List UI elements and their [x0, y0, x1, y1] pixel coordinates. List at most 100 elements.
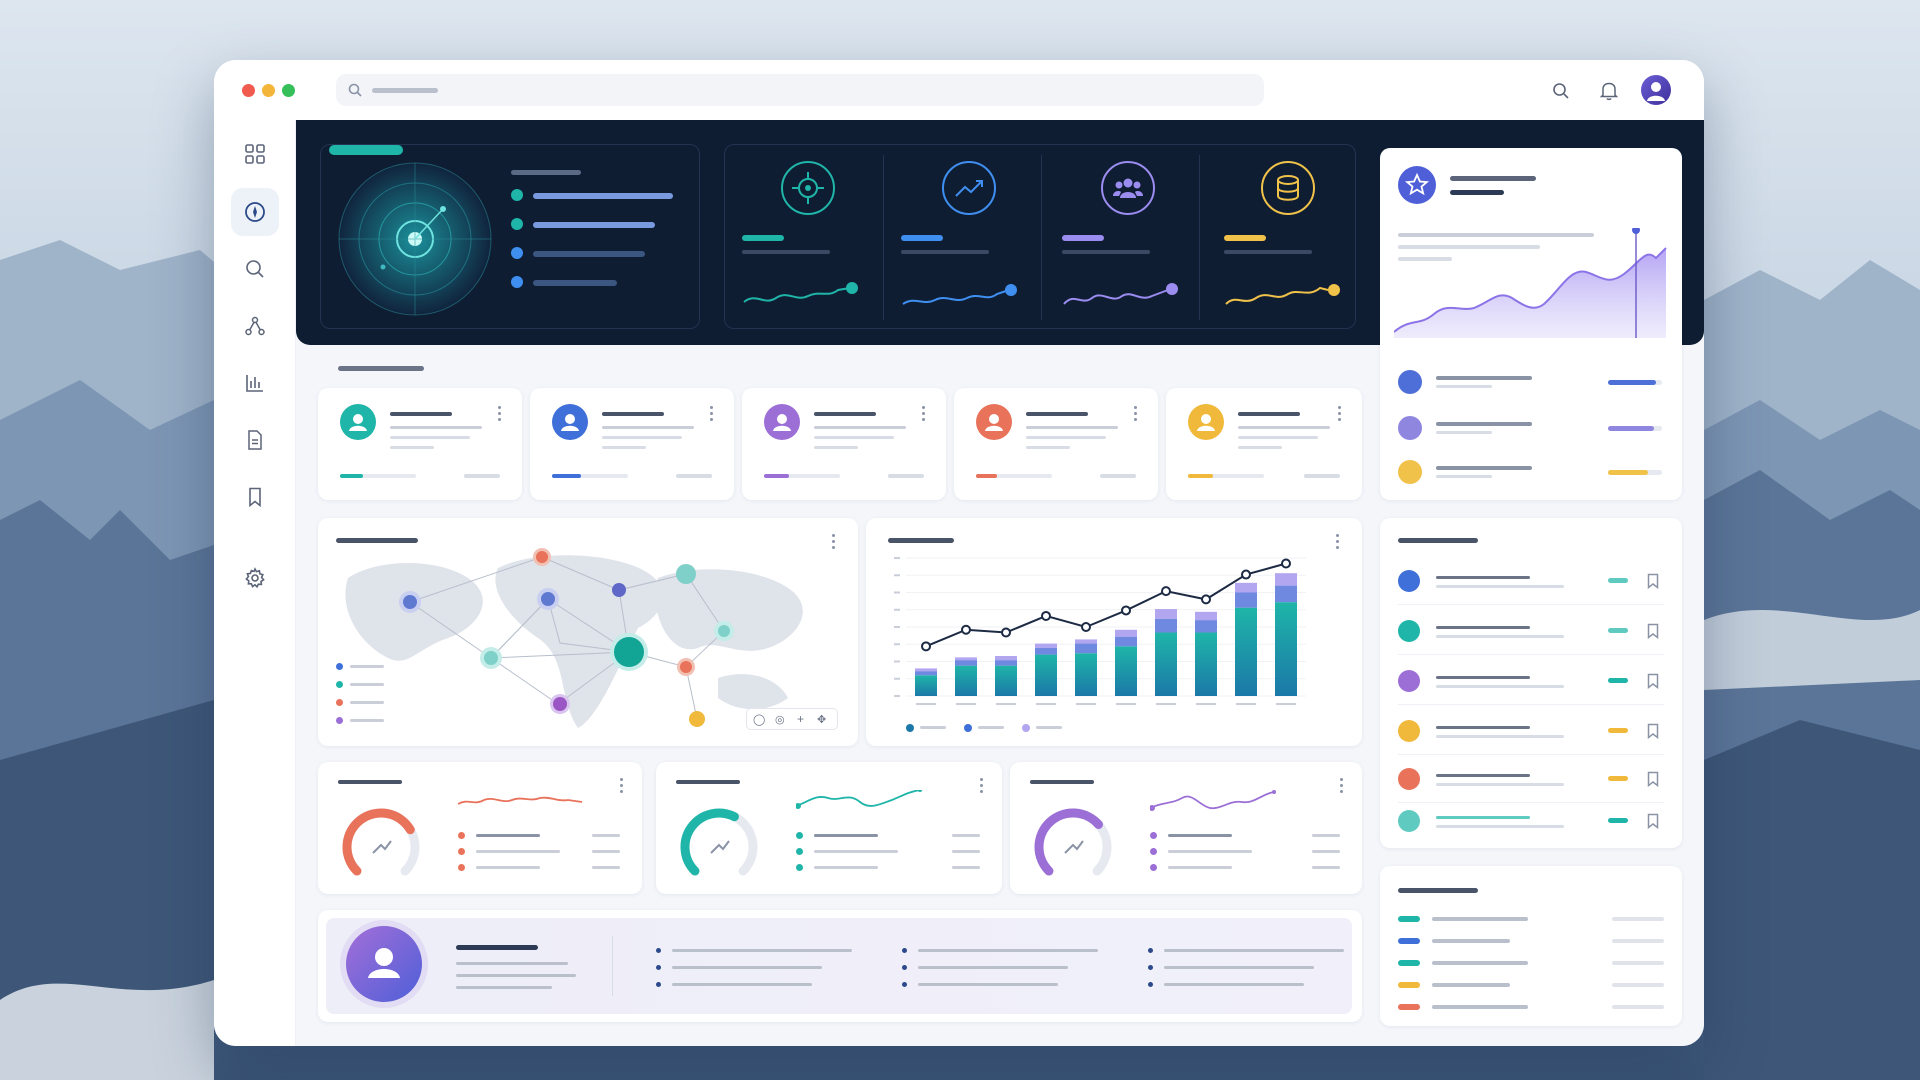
list-item[interactable]: [1398, 768, 1664, 792]
kpi-tile-users[interactable]: [1062, 160, 1202, 320]
member-card[interactable]: [318, 388, 522, 500]
profile-avatar[interactable]: [340, 920, 428, 1008]
legend-dot: [458, 832, 465, 839]
legend-swatch: [1398, 960, 1420, 966]
sidebar-item-bookmarks[interactable]: [231, 473, 279, 521]
member-card[interactable]: [1166, 388, 1362, 500]
trend-point: [1121, 605, 1131, 616]
detail-bar: [672, 949, 852, 952]
radar-title-bar: [329, 145, 403, 155]
map-locate-control[interactable]: ◎: [775, 713, 785, 726]
bar-segment: [1195, 632, 1217, 696]
legend-label-bar: [1432, 961, 1528, 965]
database-icon: [1261, 161, 1315, 215]
sidebar-item-network[interactable]: [231, 302, 279, 350]
search-input[interactable]: [336, 74, 1264, 106]
stats-row[interactable]: [1398, 416, 1664, 440]
list-avatar: [1398, 570, 1420, 592]
sidebar-item-search[interactable]: [231, 245, 279, 293]
star-icon: [1404, 172, 1430, 196]
more-options-icon[interactable]: [710, 406, 714, 422]
kpi-sparkline: [902, 284, 1017, 305]
bar-segment: [1195, 611, 1217, 621]
minimize-button[interactable]: [262, 84, 275, 97]
fullscreen-control[interactable]: ✥: [817, 713, 826, 726]
card-title-bar: [676, 780, 740, 784]
member-card[interactable]: [954, 388, 1158, 500]
legend-label-bar: [1432, 983, 1510, 987]
radar-panel: [320, 144, 700, 329]
more-options-icon[interactable]: [922, 406, 926, 422]
kpi-tile-target[interactable]: [742, 160, 882, 320]
list-status-pill: [1608, 678, 1628, 683]
bookmark-icon[interactable]: [1646, 771, 1660, 788]
member-card[interactable]: [742, 388, 946, 500]
maximize-button[interactable]: [282, 84, 295, 97]
detail-bar: [918, 966, 1068, 969]
list-item[interactable]: [1398, 810, 1664, 834]
kpi-tile-storage[interactable]: [1224, 160, 1364, 320]
list-avatar: [1398, 720, 1420, 742]
legend-value-bar: [1312, 850, 1340, 853]
list-label-bar: [1436, 676, 1530, 679]
sidebar-item-dashboard[interactable]: [231, 130, 279, 178]
bar-segment: [1275, 602, 1297, 696]
member-avatar[interactable]: [552, 404, 588, 440]
search-icon: [348, 83, 362, 97]
member-meta-bar: [464, 474, 500, 478]
member-avatar[interactable]: [764, 404, 800, 440]
more-options-icon[interactable]: [1134, 406, 1138, 422]
gauge: [1034, 808, 1112, 876]
list-item[interactable]: [1398, 620, 1664, 644]
bookmark-icon[interactable]: [1646, 723, 1660, 740]
legend-swatch: [1398, 1004, 1420, 1010]
sidebar-item-settings[interactable]: [231, 554, 279, 602]
list-status-pill: [1608, 728, 1628, 733]
more-options-icon[interactable]: [1338, 406, 1342, 422]
bell-icon[interactable]: [1600, 81, 1618, 101]
bookmark-icon[interactable]: [1646, 813, 1660, 830]
stats-row[interactable]: [1398, 460, 1664, 484]
list-item[interactable]: [1398, 570, 1664, 594]
bar-segment: [995, 665, 1017, 696]
more-options-icon[interactable]: [1340, 778, 1344, 794]
close-button[interactable]: [242, 84, 255, 97]
bar-segment: [1155, 632, 1177, 696]
legend-bar: [476, 866, 540, 869]
users-icon: [1101, 161, 1155, 215]
row-fill: [1608, 380, 1656, 385]
stats-row[interactable]: [1398, 370, 1664, 394]
more-options-icon[interactable]: [498, 406, 502, 422]
member-avatar[interactable]: [340, 404, 376, 440]
gauge-sparkline: [458, 796, 583, 805]
document-icon: [248, 430, 262, 450]
member-avatar[interactable]: [976, 404, 1012, 440]
user-avatar[interactable]: [1641, 75, 1671, 105]
bookmark-icon[interactable]: [1646, 573, 1660, 590]
member-text-bar: [390, 426, 482, 429]
bar-segment: [1035, 647, 1057, 655]
bar-segment: [1115, 636, 1137, 647]
more-options-icon[interactable]: [980, 778, 984, 794]
list-label-bar: [1436, 774, 1530, 777]
more-options-icon[interactable]: [620, 778, 624, 794]
bookmark-icon[interactable]: [1646, 673, 1660, 690]
kpi-tile-growth[interactable]: [901, 160, 1041, 320]
sidebar-item-analytics[interactable]: [231, 359, 279, 407]
star-badge[interactable]: [1398, 166, 1436, 204]
list-item[interactable]: [1398, 670, 1664, 694]
search-icon[interactable]: [1552, 82, 1570, 100]
legend-dot: [906, 724, 914, 732]
detail-dot: [902, 982, 907, 987]
map-reset-control[interactable]: ◯: [753, 713, 765, 726]
profile-text-bar: [456, 986, 552, 989]
bookmark-icon[interactable]: [1646, 623, 1660, 640]
list-item[interactable]: [1398, 720, 1664, 744]
sidebar-item-documents[interactable]: [231, 416, 279, 464]
bar-segment: [1155, 618, 1177, 633]
member-card[interactable]: [530, 388, 734, 500]
zoom-in-control[interactable]: +: [797, 712, 804, 726]
member-avatar[interactable]: [1188, 404, 1224, 440]
sidebar-item-explore[interactable]: [231, 188, 279, 236]
radar-legend-bar: [533, 251, 645, 257]
